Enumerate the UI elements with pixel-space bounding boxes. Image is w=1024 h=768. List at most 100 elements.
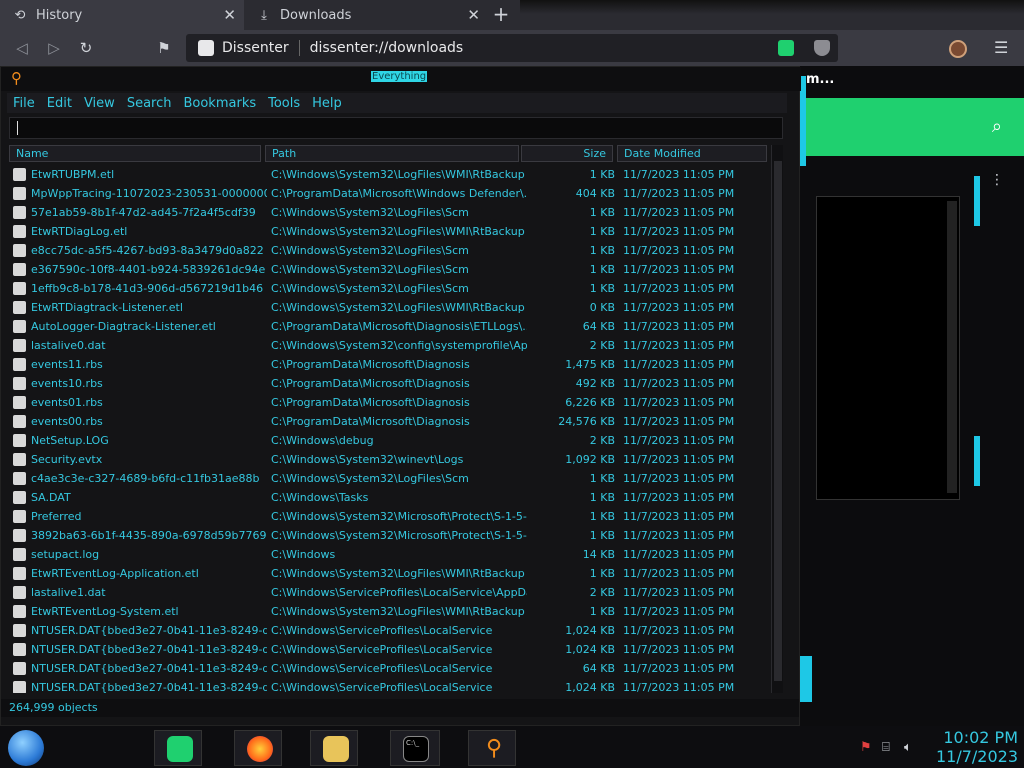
- taskbar-everything[interactable]: ⚲: [468, 730, 516, 766]
- cell-name: NTUSER.DAT{bbed3e27-0b41-11e3-8249-d6...: [31, 624, 267, 637]
- close-tab-icon[interactable]: ✕: [223, 6, 236, 24]
- menu-view[interactable]: View: [84, 96, 115, 111]
- file-icon: [13, 643, 26, 656]
- column-header-name[interactable]: Name: [9, 145, 261, 162]
- cell-path: C:\Windows\System32\LogFiles\WMI\RtBacku…: [271, 168, 525, 181]
- taskbar-notes-app[interactable]: [154, 730, 202, 766]
- table-row[interactable]: setupact.log C:\Windows 14 KB 11/7/2023 11:…: [9, 545, 769, 564]
- notes-icon: [167, 736, 193, 762]
- table-row[interactable]: events01.rbs C:\ProgramData\Microsoft\Dia…: [9, 393, 769, 412]
- avatar[interactable]: [949, 40, 967, 58]
- results-scrollbar[interactable]: [771, 145, 783, 693]
- cell-date: 11/7/2023 11:05 PM: [623, 529, 735, 542]
- cell-name: Security.evtx: [31, 453, 103, 466]
- column-header-size[interactable]: Size: [521, 145, 613, 162]
- inner-panel-scrollbar[interactable]: [947, 201, 957, 493]
- cell-date: 11/7/2023 11:05 PM: [623, 624, 735, 637]
- skin-decoration: [800, 656, 812, 702]
- table-row[interactable]: events11.rbs C:\ProgramData\Microsoft\Dia…: [9, 355, 769, 374]
- cell-path: C:\Windows\ServiceProfiles\LocalService\…: [271, 586, 527, 599]
- cell-size: 0 KB: [589, 301, 615, 314]
- file-icon: [13, 510, 26, 523]
- table-row[interactable]: EtwRTEventLog-Application.etl C:\Windows\…: [9, 564, 769, 583]
- cell-date: 11/7/2023 11:05 PM: [623, 434, 735, 447]
- table-row[interactable]: NetSetup.LOG C:\Windows\debug 2 KB 11/7/202…: [9, 431, 769, 450]
- table-row[interactable]: SA.DAT C:\Windows\Tasks 1 KB 11/7/2023 11:0…: [9, 488, 769, 507]
- cmd-icon: C:\_: [403, 736, 429, 762]
- cell-size: 492 KB: [575, 377, 615, 390]
- url-text: dissenter://downloads: [309, 40, 464, 56]
- table-row[interactable]: c4ae3c3e-c327-4689-b6fd-c11fb31ae88b C:\W…: [9, 469, 769, 488]
- table-row[interactable]: NTUSER.DAT{bbed3e27-0b41-11e3-8249-d6...…: [9, 621, 769, 640]
- bookmark-icon[interactable]: ⚑: [154, 38, 174, 58]
- cell-date: 11/7/2023 11:05 PM: [623, 187, 735, 200]
- cell-date: 11/7/2023 11:05 PM: [623, 453, 735, 466]
- table-row[interactable]: 1effb9c8-b178-41d3-906d-d567219d1b46 C:\W…: [9, 279, 769, 298]
- new-tab-button[interactable]: +: [488, 3, 514, 27]
- file-icon: [13, 681, 26, 693]
- menu-tools[interactable]: Tools: [268, 96, 300, 111]
- menu-icon[interactable]: ☰: [994, 38, 1008, 57]
- table-row[interactable]: 3892ba63-6b1f-4435-890a-6978d59b7769 C:\W…: [9, 526, 769, 545]
- search-icon[interactable]: ⌕: [992, 116, 1002, 137]
- table-row[interactable]: MpWppTracing-11072023-230531-00000003-..…: [9, 184, 769, 203]
- file-icon: [13, 244, 26, 257]
- table-row[interactable]: e8cc75dc-a5f5-4267-bd93-8a3479d0a822 C:\W…: [9, 241, 769, 260]
- table-row[interactable]: e367590c-10f8-4401-b924-5839261dc94e C:\W…: [9, 260, 769, 279]
- table-row[interactable]: AutoLogger-Diagtrack-Listener.etl C:\Prog…: [9, 317, 769, 336]
- table-row[interactable]: NTUSER.DAT{bbed3e27-0b41-11e3-8249-d6...…: [9, 659, 769, 678]
- table-row[interactable]: EtwRTUBPM.etl C:\Windows\System32\LogFile…: [9, 165, 769, 184]
- table-row[interactable]: NTUSER.DAT{bbed3e27-0b41-11e3-8249-d6...…: [9, 678, 769, 693]
- table-row[interactable]: events10.rbs C:\ProgramData\Microsoft\Dia…: [9, 374, 769, 393]
- table-row[interactable]: EtwRTDiagLog.etl C:\Windows\System32\LogF…: [9, 222, 769, 241]
- menu-bookmarks[interactable]: Bookmarks: [183, 96, 256, 111]
- back-button[interactable]: ◁: [12, 38, 32, 58]
- table-row[interactable]: NTUSER.DAT{bbed3e27-0b41-11e3-8249-d6...…: [9, 640, 769, 659]
- status-bar: 264,999 objects: [1, 699, 799, 717]
- clock[interactable]: 10:02 PM 11/7/2023: [934, 728, 1018, 766]
- close-tab-icon[interactable]: ✕: [467, 6, 480, 24]
- reload-button[interactable]: ↻: [76, 38, 96, 58]
- cell-date: 11/7/2023 11:05 PM: [623, 377, 735, 390]
- menu-edit[interactable]: Edit: [47, 96, 72, 111]
- address-bar[interactable]: Dissenter dissenter://downloads: [186, 34, 838, 62]
- table-row[interactable]: 57e1ab59-8b1f-47d2-ad45-7f2a4f5cdf39 C:\W…: [9, 203, 769, 222]
- table-row[interactable]: EtwRTEventLog-System.etl C:\Windows\Syste…: [9, 602, 769, 621]
- taskbar-command-prompt[interactable]: C:\_: [390, 730, 440, 766]
- inner-panel: [816, 196, 960, 500]
- cell-date: 11/7/2023 11:05 PM: [623, 643, 735, 656]
- volume-icon[interactable]: 🔈︎: [904, 740, 912, 755]
- table-row[interactable]: lastalive1.dat C:\Windows\ServiceProfiles…: [9, 583, 769, 602]
- taskbar-file-explorer[interactable]: [310, 730, 358, 766]
- file-icon: [13, 377, 26, 390]
- cell-size: 1,092 KB: [565, 453, 615, 466]
- taskbar-firefox[interactable]: [234, 730, 282, 766]
- network-icon[interactable]: ⌸: [882, 740, 890, 755]
- dissenter-comment-icon[interactable]: [778, 40, 794, 56]
- menu-file[interactable]: File: [13, 96, 35, 111]
- search-input[interactable]: [9, 117, 783, 139]
- table-row[interactable]: Preferred C:\Windows\System32\Microsoft\P…: [9, 507, 769, 526]
- cell-size: 1 KB: [589, 282, 615, 295]
- start-button[interactable]: [8, 730, 44, 766]
- table-row[interactable]: Security.evtx C:\Windows\System32\winevt\…: [9, 450, 769, 469]
- cell-name: Preferred: [31, 510, 82, 523]
- table-row[interactable]: EtwRTDiagtrack-Listener.etl C:\Windows\Sy…: [9, 298, 769, 317]
- menu-help[interactable]: Help: [312, 96, 342, 111]
- text-caret: [17, 121, 18, 135]
- table-row[interactable]: lastalive0.dat C:\Windows\System32\config…: [9, 336, 769, 355]
- column-header-date-modified[interactable]: Date Modified: [617, 145, 767, 162]
- tab-downloads[interactable]: ⤓ Downloads ✕: [244, 0, 488, 30]
- menu-search[interactable]: Search: [127, 96, 172, 111]
- flag-icon[interactable]: ⚑: [860, 740, 872, 755]
- scrollbar-thumb[interactable]: [774, 161, 782, 681]
- column-header-path[interactable]: Path: [265, 145, 519, 162]
- table-row[interactable]: events00.rbs C:\ProgramData\Microsoft\Dia…: [9, 412, 769, 431]
- cell-path: C:\Windows\System32\LogFiles\WMI\RtBacku…: [271, 605, 525, 618]
- more-options-icon[interactable]: ⋮: [990, 172, 1004, 188]
- cell-date: 11/7/2023 11:05 PM: [623, 358, 735, 371]
- file-icon: [13, 206, 26, 219]
- tab-history[interactable]: ⟲ History ✕: [0, 0, 244, 30]
- forward-button[interactable]: ▷: [44, 38, 64, 58]
- shield-icon[interactable]: [814, 40, 830, 56]
